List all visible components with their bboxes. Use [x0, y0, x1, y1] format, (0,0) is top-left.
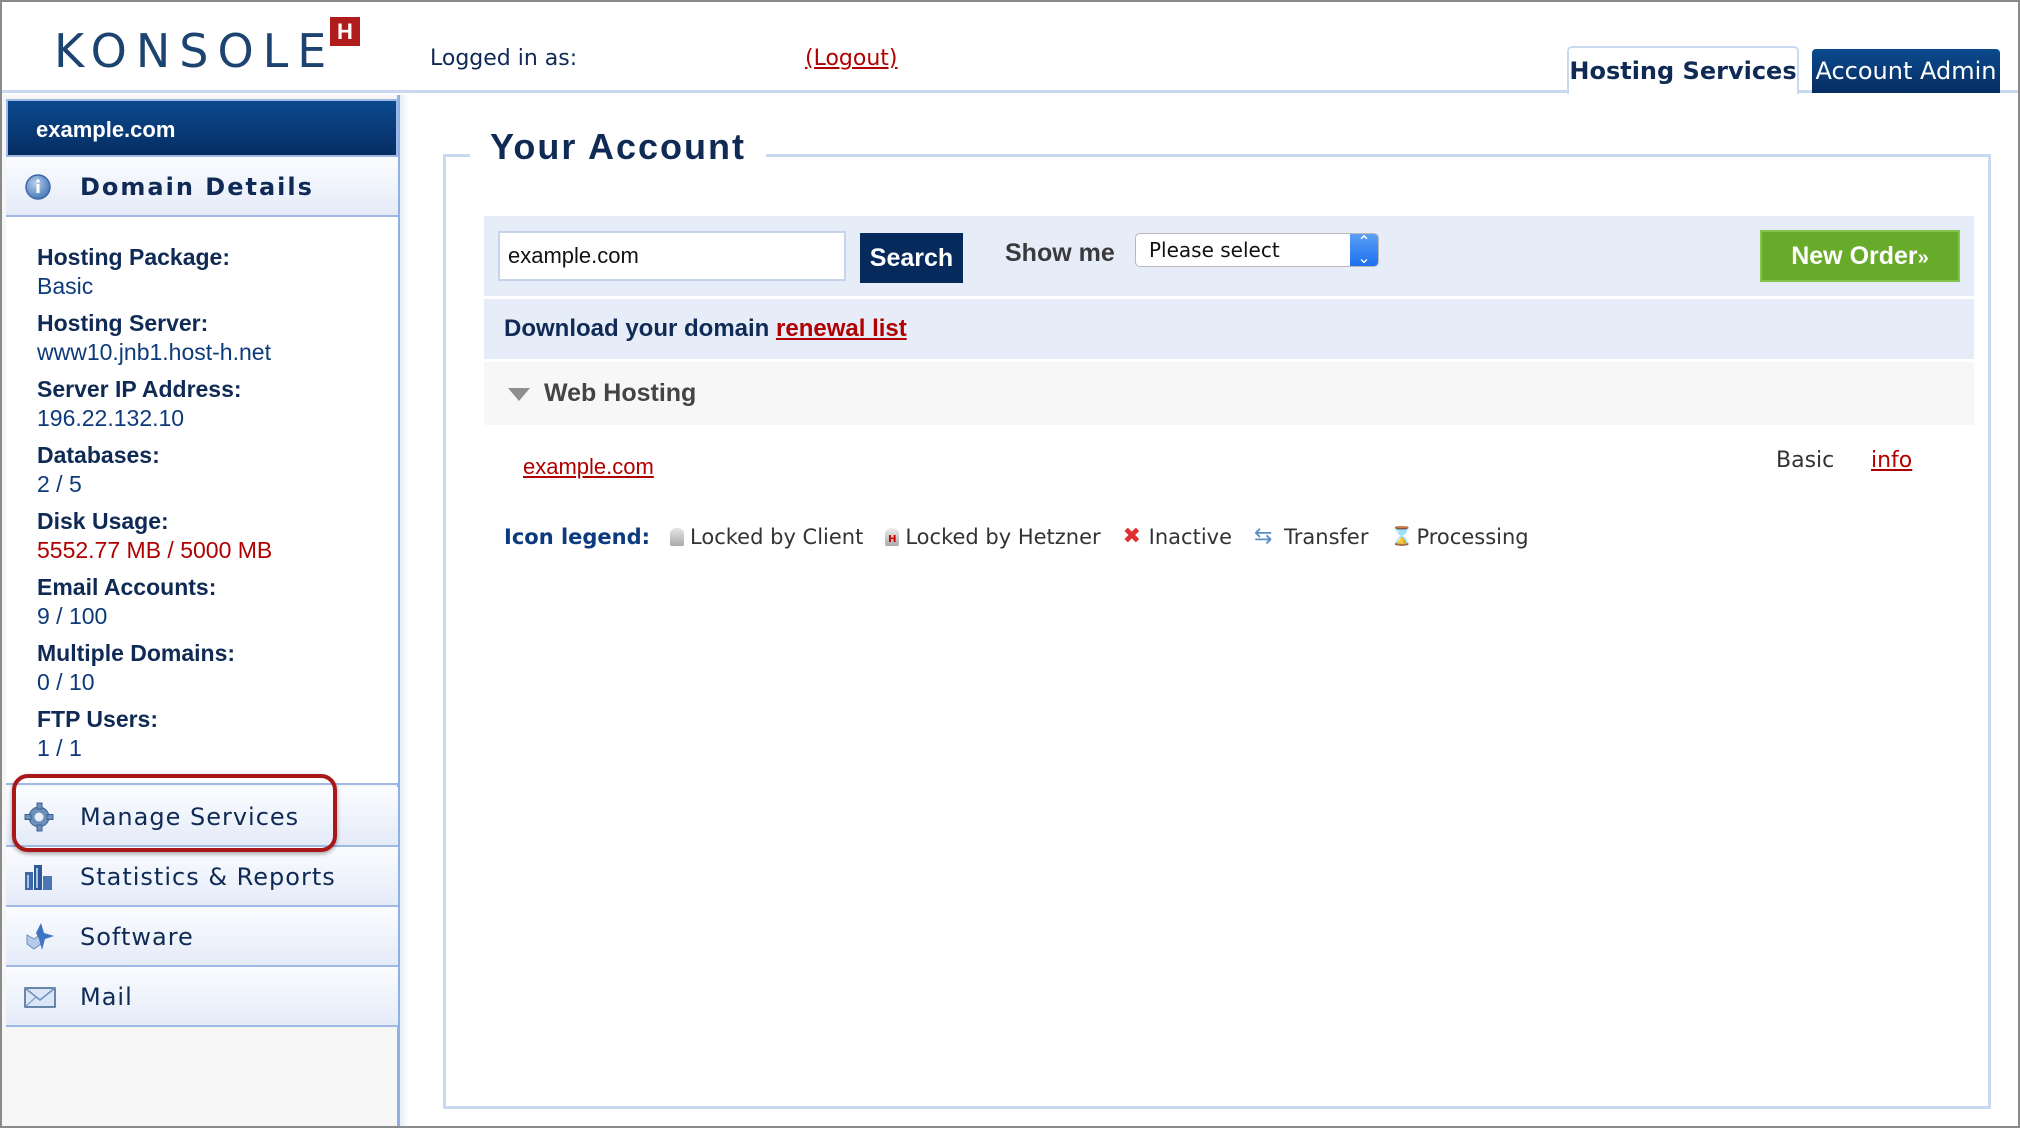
detail-ftp-users: FTP Users: 1 / 1 — [37, 705, 398, 763]
detail-value: 1 / 1 — [37, 735, 82, 761]
detail-hosting-server: Hosting Server: www10.jnb1.host-h.net — [37, 309, 398, 367]
logged-in-label: Logged in as: — [430, 46, 578, 71]
web-hosting-label: Web Hosting — [544, 379, 697, 407]
sidebar-item-label: Mail — [80, 983, 133, 1011]
konsole-logo: KONSOLE — [54, 24, 336, 78]
detail-value: 0 / 10 — [37, 669, 95, 695]
detail-label: FTP Users: — [37, 706, 159, 732]
legend-label: Processing — [1416, 525, 1529, 549]
detail-disk-usage: Disk Usage: 5552.77 MB / 5000 MB — [37, 507, 398, 565]
icon-legend: Icon legend: Locked by Client H Locked b… — [504, 522, 1551, 552]
legend-label: Inactive — [1148, 525, 1233, 549]
detail-databases: Databases: 2 / 5 — [37, 441, 398, 499]
select-stepper-icon: ⌃ ⌄ — [1350, 234, 1378, 266]
detail-value: 9 / 100 — [37, 603, 108, 629]
transfer-icon: ⇆ — [1254, 524, 1273, 549]
legend-label: Locked by Client — [690, 525, 864, 549]
detail-value: 2 / 5 — [37, 471, 82, 497]
detail-label: Server IP Address: — [37, 376, 242, 402]
icon-legend-title: Icon legend: — [504, 525, 651, 549]
detail-label: Hosting Package: — [37, 244, 230, 270]
sidebar-item-label: Statistics & Reports — [80, 863, 336, 891]
detail-server-ip: Server IP Address: 196.22.132.10 — [37, 375, 398, 433]
tab-hosting-services[interactable]: Hosting Services — [1567, 46, 1799, 94]
detail-value-warning: 5552.77 MB / 5000 MB — [37, 537, 273, 563]
legend-item: H Locked by Hetzner — [885, 525, 1101, 549]
detail-multiple-domains: Multiple Domains: 0 / 10 — [37, 639, 398, 697]
hosted-domain-link[interactable]: example.com — [523, 454, 654, 480]
sidebar: example.com Domain Details Hosting Packa… — [2, 95, 409, 1126]
lock-hetzner-icon: H — [885, 528, 900, 546]
sidebar-item-label: Manage Services — [80, 803, 300, 831]
renewal-list-link[interactable]: renewal list — [776, 315, 907, 342]
detail-label: Hosting Server: — [37, 310, 209, 336]
detail-value: www10.jnb1.host-h.net — [37, 339, 271, 365]
legend-label: Transfer — [1284, 525, 1369, 549]
detail-hosting-package: Hosting Package: Basic — [37, 243, 398, 301]
detail-label: Databases: — [37, 442, 160, 468]
domain-details-list: Hosting Package: Basic Hosting Server: w… — [6, 217, 398, 785]
envelope-icon — [24, 987, 56, 1008]
search-button[interactable]: Search — [860, 233, 963, 283]
detail-value: Basic — [37, 273, 94, 299]
sidebar-item-software[interactable]: Software — [6, 907, 398, 967]
sidebar-item-statistics-reports[interactable]: Statistics & Reports — [6, 847, 398, 907]
page-title: Your Account — [470, 126, 766, 168]
download-text: Download your domain — [504, 315, 770, 342]
your-account-panel — [443, 154, 1991, 1109]
show-me-label: Show me — [1005, 239, 1115, 267]
show-me-select[interactable]: Please select ⌃ ⌄ — [1135, 233, 1379, 267]
download-renewal-row: Download your domain renewal list — [484, 299, 1974, 359]
legend-item: Locked by Client — [670, 525, 863, 549]
legend-item: ⌛ Processing — [1390, 525, 1528, 549]
sidebar-item-label: Software — [80, 923, 194, 951]
new-order-button[interactable]: New Order» — [1760, 230, 1960, 282]
domain-details-header[interactable]: Domain Details — [6, 157, 398, 217]
show-me-selected-value: Please select — [1149, 238, 1280, 262]
legend-item: ⇆ Transfer — [1254, 525, 1368, 549]
search-bar: Search Show me Please select ⌃⌄ New Orde… — [484, 216, 1974, 296]
hourglass-icon: ⌛ — [1390, 526, 1413, 547]
sidebar-item-mail[interactable]: Mail — [6, 967, 398, 1027]
info-link[interactable]: info — [1871, 448, 1912, 473]
bar-chart-icon — [25, 865, 52, 890]
legend-label: Locked by Hetzner — [905, 525, 1101, 549]
legend-item: ✖ Inactive — [1123, 525, 1232, 549]
detail-email-accounts: Email Accounts: 9 / 100 — [37, 573, 398, 631]
detail-label: Disk Usage: — [37, 508, 169, 534]
sidebar-item-manage-services[interactable]: Manage Services — [6, 787, 398, 847]
collapse-triangle-icon[interactable] — [508, 388, 530, 401]
inactive-x-icon: ✖ — [1122, 524, 1142, 549]
domain-details-label: Domain Details — [80, 173, 314, 201]
detail-label: Multiple Domains: — [37, 640, 236, 666]
sidebar-domain-title: example.com — [6, 99, 398, 157]
detail-label: Email Accounts: — [37, 574, 217, 600]
gear-icon — [24, 802, 54, 832]
info-icon — [25, 174, 51, 200]
detail-value: 196.22.132.10 — [37, 405, 185, 431]
new-order-label: New Order — [1791, 242, 1918, 270]
tab-account-admin[interactable]: Account Admin — [1812, 49, 2000, 93]
hetzner-h-logo-icon: H — [330, 17, 360, 46]
double-chevron-right-icon: » — [1917, 247, 1929, 269]
logout-link[interactable]: (Logout) — [805, 46, 898, 71]
domain-search-input[interactable] — [498, 231, 846, 281]
web-hosting-section-header[interactable]: Web Hosting — [484, 362, 1974, 425]
lock-client-icon — [670, 528, 685, 546]
software-icon — [26, 923, 54, 950]
hosted-package-value: Basic — [1776, 448, 1835, 473]
